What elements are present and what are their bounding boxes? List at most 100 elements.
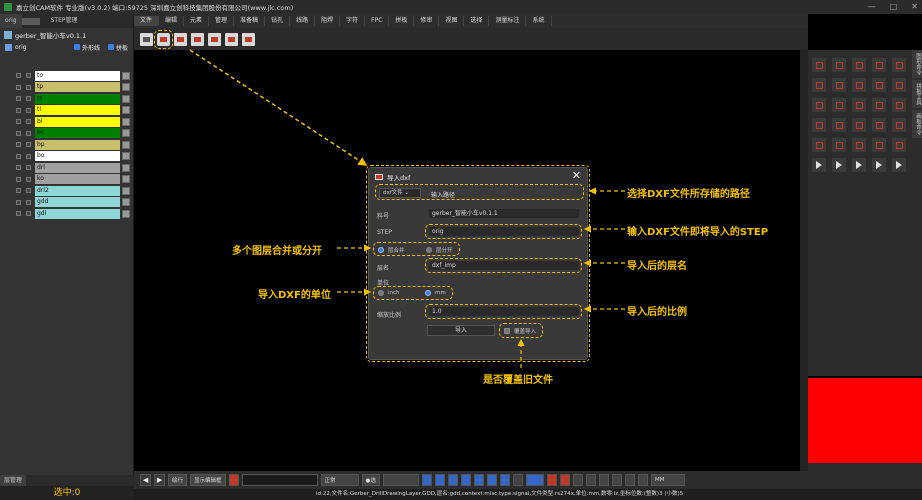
import-gerber-button[interactable]	[174, 32, 187, 46]
layer-color-checkbox[interactable]	[122, 71, 130, 80]
layer-visible-toggle[interactable]	[16, 165, 21, 170]
command-button[interactable]	[812, 58, 826, 72]
open-file-button[interactable]	[140, 32, 153, 46]
layer-row[interactable]: to	[0, 70, 134, 81]
menu-item[interactable]: 线路	[290, 16, 316, 26]
arc-icon[interactable]	[486, 474, 497, 486]
layer-lock-toggle[interactable]	[26, 96, 31, 101]
layer-lock-toggle[interactable]	[26, 153, 31, 159]
unit-select[interactable]: MM	[650, 474, 685, 486]
layer-row[interactable]: bs	[0, 128, 134, 139]
filter-icon[interactable]	[512, 474, 523, 486]
layer-row[interactable]: bl	[0, 116, 134, 127]
layer-row[interactable]: drl2	[0, 185, 134, 196]
layer-visible-toggle[interactable]	[16, 130, 21, 136]
command-button[interactable]	[852, 138, 866, 152]
layer-row[interactable]: bo	[0, 151, 134, 162]
zoom-in-icon[interactable]	[572, 474, 583, 486]
command-button[interactable]	[872, 58, 886, 72]
command-button[interactable]	[892, 118, 906, 132]
command-button[interactable]	[892, 158, 906, 172]
unit-inch-radio[interactable]: inch	[378, 290, 400, 296]
path-input[interactable]: 输入路径	[431, 190, 455, 199]
step-input[interactable]: orig	[429, 227, 579, 236]
layer-row[interactable]: gdl	[0, 208, 134, 219]
tab-panel-tools[interactable]: 拼板工具	[912, 80, 922, 108]
layer-color-checkbox[interactable]	[122, 209, 130, 218]
command-button[interactable]	[852, 78, 866, 92]
frame-icon[interactable]	[228, 474, 239, 486]
menu-item[interactable]: 拼板	[389, 16, 415, 26]
layer-color-checkbox[interactable]	[122, 94, 130, 103]
show-edit-box-button[interactable]: 显示编辑框	[190, 474, 226, 486]
dialog-close-icon[interactable]: ✕	[572, 169, 581, 182]
command-button[interactable]	[892, 78, 906, 92]
layer-lock-toggle[interactable]	[26, 107, 31, 113]
tab-orig[interactable]: orig	[0, 14, 22, 28]
select-filter-button[interactable]	[382, 474, 419, 486]
next-arrow-icon[interactable]: ▶	[154, 474, 165, 486]
unit-mm-radio[interactable]: mm	[425, 290, 446, 296]
command-button[interactable]	[832, 158, 846, 172]
polygon-icon[interactable]	[473, 474, 484, 486]
minimize-icon[interactable]: —	[868, 2, 876, 11]
layer-row[interactable]: tp	[0, 82, 134, 93]
tab-step-manager[interactable]: STEP管理	[46, 14, 83, 28]
command-button[interactable]	[852, 118, 866, 132]
pen-icon[interactable]	[421, 474, 432, 486]
command-button[interactable]	[892, 98, 906, 112]
command-button[interactable]	[872, 78, 886, 92]
split-radio[interactable]: 层分开	[426, 246, 453, 254]
layer-lock-toggle[interactable]	[26, 211, 31, 216]
layer-color-checkbox[interactable]	[122, 140, 130, 149]
menu-item[interactable]: 阻焊	[315, 16, 341, 26]
layer-lock-toggle[interactable]	[26, 84, 31, 90]
layer-visible-toggle[interactable]	[16, 211, 21, 216]
grid-toggle-icon[interactable]	[611, 474, 622, 486]
file-type-select[interactable]: dxf文件 ⌄	[379, 188, 421, 198]
layer-lock-toggle[interactable]	[26, 176, 31, 182]
grid-icon[interactable]	[447, 474, 458, 486]
rectangle-icon[interactable]	[460, 474, 471, 486]
layer-row[interactable]: bp	[0, 139, 134, 150]
layer-visible-toggle[interactable]	[16, 188, 21, 193]
command-button[interactable]	[852, 98, 866, 112]
menu-item[interactable]: 修审	[414, 16, 440, 26]
layer-row[interactable]: tl	[0, 105, 134, 116]
layer-row[interactable]: gdd	[0, 197, 134, 208]
panel-divider[interactable]	[800, 50, 808, 471]
import-dxf-button[interactable]	[154, 29, 173, 49]
command-button[interactable]	[812, 118, 826, 132]
menu-item[interactable]: 元素	[184, 16, 210, 26]
command-button[interactable]	[892, 138, 906, 152]
ruler-icon[interactable]	[637, 474, 648, 486]
command-button[interactable]	[872, 138, 886, 152]
step-row[interactable]: orig 外形线 拼板	[0, 42, 133, 52]
layer-visible-toggle[interactable]	[16, 107, 21, 113]
layer-manager-tab[interactable]: 层管理	[0, 475, 27, 486]
layer-lock-toggle[interactable]	[26, 73, 31, 78]
merge-radio[interactable]: 层合并	[378, 246, 405, 254]
panel-checkbox[interactable]	[108, 44, 114, 50]
close-window-icon[interactable]: ✕	[911, 2, 918, 11]
command-button[interactable]	[832, 98, 846, 112]
prev-arrow-icon[interactable]: ◀	[140, 474, 151, 486]
menu-item[interactable]: 测量标注	[489, 16, 527, 26]
layer-color-checkbox[interactable]	[122, 106, 130, 114]
layer-lock-toggle[interactable]	[26, 188, 31, 193]
layer-row[interactable]: ts	[0, 93, 134, 104]
maximize-icon[interactable]: □	[890, 2, 898, 11]
command-button[interactable]	[852, 58, 866, 72]
circle-icon[interactable]	[434, 474, 445, 486]
layer-lock-toggle[interactable]	[26, 199, 31, 205]
tab-draw-commands[interactable]: 画板命令	[912, 110, 922, 138]
outline-option[interactable]: 外形线	[74, 43, 100, 52]
inch-radio-dot[interactable]	[378, 290, 384, 296]
overwrite-checkbox[interactable]: 覆盖导入	[504, 327, 536, 335]
menu-item[interactable]: 编辑	[159, 16, 185, 26]
crosshair-icon[interactable]	[598, 474, 609, 486]
layer-visible-toggle[interactable]	[16, 153, 21, 159]
layer-color-checkbox[interactable]	[122, 129, 130, 137]
layer-visible-toggle[interactable]	[16, 73, 21, 78]
menu-item[interactable]: 准备稿	[234, 16, 266, 26]
